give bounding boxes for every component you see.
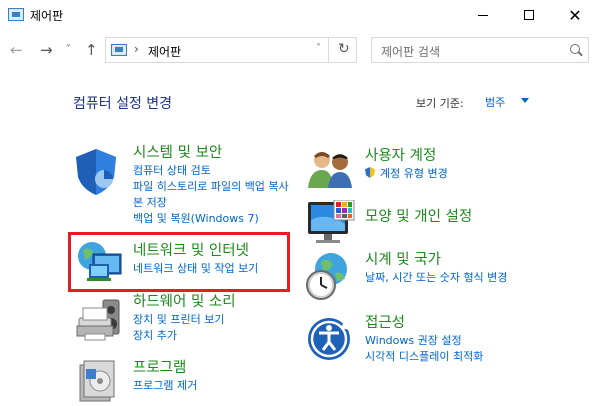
printer-speaker-icon[interactable] bbox=[73, 296, 123, 344]
forward-button[interactable]: → bbox=[40, 41, 53, 59]
search-input[interactable]: 제어판 검색 bbox=[371, 37, 589, 63]
monitor-palette-icon[interactable] bbox=[306, 200, 356, 246]
shield-icon[interactable] bbox=[72, 147, 120, 197]
back-button[interactable]: ← bbox=[10, 41, 23, 59]
breadcrumb-control-panel[interactable]: 제어판 bbox=[148, 43, 181, 60]
link-change-date-time-number-formats[interactable]: 날짜, 시간 또는 숫자 형식 변경 bbox=[365, 270, 507, 286]
title-bar: 제어판 ✕ bbox=[0, 0, 597, 30]
link-optimize-visual-display[interactable]: 시각적 디스플레이 최적화 bbox=[365, 349, 483, 365]
navigation-bar: ← → ˅ ↑ › 제어판 ˅ ↻ 제어판 검색 bbox=[0, 30, 597, 70]
link-file-history-backup[interactable]: 파일 히스토리로 파일의 백업 복사본 저장 bbox=[133, 179, 293, 211]
link-add-device[interactable]: 장치 추가 bbox=[133, 328, 236, 344]
category-title[interactable]: 시계 및 국가 bbox=[365, 250, 507, 270]
refresh-button[interactable]: ↻ bbox=[338, 41, 350, 57]
link-uninstall-program[interactable]: 프로그램 제거 bbox=[133, 378, 197, 394]
minimize-icon bbox=[478, 14, 488, 16]
close-button[interactable]: ✕ bbox=[552, 0, 597, 30]
search-placeholder: 제어판 검색 bbox=[381, 45, 441, 59]
category-system-security: 시스템 및 보안 컴퓨터 상태 검토 파일 히스토리로 파일의 백업 복사본 저… bbox=[133, 143, 293, 227]
view-by-dropdown[interactable]: 범주 bbox=[479, 92, 535, 112]
category-title[interactable]: 시스템 및 보안 bbox=[133, 143, 293, 163]
category-hardware-sound: 하드웨어 및 소리 장치 및 프린터 보기 장치 추가 bbox=[133, 292, 236, 344]
maximize-button[interactable] bbox=[506, 0, 552, 30]
link-change-account-type[interactable]: 계정 유형 변경 bbox=[365, 166, 448, 182]
program-box-icon[interactable] bbox=[76, 357, 120, 403]
maximize-icon bbox=[524, 10, 534, 20]
category-title[interactable]: 모양 및 개인 설정 bbox=[365, 207, 472, 227]
chevron-down-icon bbox=[521, 98, 529, 103]
category-clock-region: 시계 및 국가 날짜, 시간 또는 숫자 형식 변경 bbox=[365, 250, 507, 286]
category-title[interactable]: 사용자 계정 bbox=[365, 146, 448, 166]
link-windows-recommended-settings[interactable]: Windows 권장 설정 bbox=[365, 333, 483, 349]
divider bbox=[328, 38, 329, 62]
clock-globe-icon[interactable] bbox=[305, 251, 351, 301]
view-by-value: 범주 bbox=[485, 96, 506, 109]
category-ease-of-access: 접근성 Windows 권장 설정 시각적 디스플레이 최적화 bbox=[365, 313, 483, 365]
control-panel-icon bbox=[111, 44, 127, 56]
category-programs: 프로그램 프로그램 제거 bbox=[133, 358, 197, 394]
category-title[interactable]: 접근성 bbox=[365, 313, 483, 333]
view-by-label: 보기 기준: bbox=[416, 97, 464, 110]
link-devices-printers[interactable]: 장치 및 프린터 보기 bbox=[133, 312, 236, 328]
minimize-button[interactable] bbox=[460, 0, 506, 30]
accessibility-icon[interactable] bbox=[306, 316, 352, 362]
breadcrumb-separator[interactable]: › bbox=[134, 42, 139, 56]
search-icon[interactable] bbox=[570, 44, 580, 54]
category-title[interactable]: 하드웨어 및 소리 bbox=[133, 292, 236, 312]
recent-locations-button[interactable]: ˅ bbox=[66, 44, 71, 55]
page-title: 컴퓨터 설정 변경 bbox=[73, 96, 173, 112]
link-backup-restore[interactable]: 백업 및 복원(Windows 7) bbox=[133, 211, 293, 227]
address-dropdown-icon[interactable]: ˅ bbox=[316, 43, 321, 54]
users-icon[interactable] bbox=[306, 148, 354, 190]
link-review-status[interactable]: 컴퓨터 상태 검토 bbox=[133, 163, 293, 179]
category-user-accounts: 사용자 계정 계정 유형 변경 bbox=[365, 146, 448, 182]
window-title: 제어판 bbox=[30, 9, 64, 23]
category-title[interactable]: 프로그램 bbox=[133, 358, 197, 378]
address-bar[interactable]: › 제어판 ˅ ↻ bbox=[105, 37, 357, 63]
control-panel-icon bbox=[8, 8, 24, 21]
category-appearance-personalization: 모양 및 개인 설정 bbox=[365, 207, 472, 227]
up-button[interactable]: ↑ bbox=[85, 41, 98, 59]
close-icon: ✕ bbox=[568, 5, 582, 25]
highlight-box bbox=[68, 232, 290, 292]
